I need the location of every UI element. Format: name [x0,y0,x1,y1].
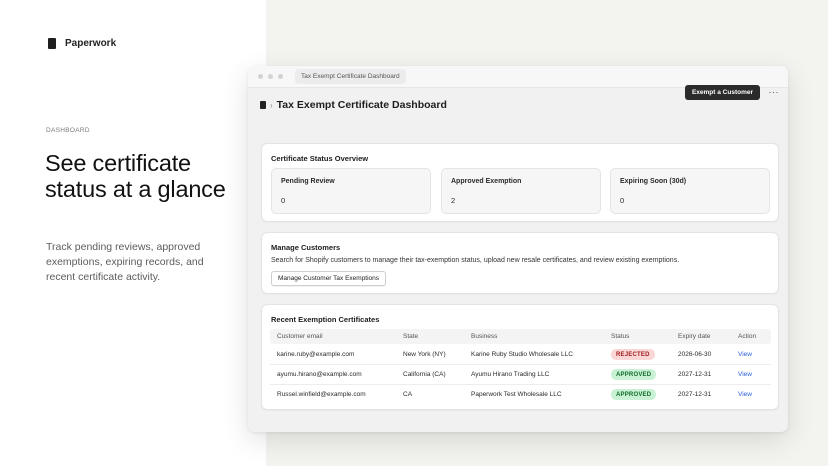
brand-name: Paperwork [65,38,117,49]
cell-business: Ayumu Hirano Trading LLC [471,371,550,378]
stat-label: Pending Review [281,178,335,185]
manage-customers-card: Manage Customers Search for Shopify cust… [261,232,779,294]
cell-expiry: 2027-12-31 [678,371,712,378]
manage-tax-exemptions-button[interactable]: Manage Customer Tax Exemptions [271,271,387,286]
manage-customers-description: Search for Shopify customers to manage t… [271,257,680,264]
status-badge: APPROVED [611,389,657,400]
column-header-business[interactable]: Business [471,333,497,340]
cell-state: New York (NY) [403,351,446,358]
status-badge: APPROVED [611,369,657,380]
cell-state: CA [403,391,413,398]
hero-subtext: Track pending reviews, approved exemptio… [46,241,204,283]
stat-pending-review: Pending Review 0 [271,168,431,214]
recent-certificates-title: Recent Exemption Certificates [271,315,380,324]
window-minimize-dot[interactable] [268,74,273,79]
stat-value: 0 [281,196,286,205]
column-header-action: Action [738,333,757,340]
table-header: Customer email State Business Status Exp… [270,329,771,344]
column-header-email[interactable]: Customer email [277,333,323,340]
status-overview-title: Certificate Status Overview [271,154,369,163]
column-header-status[interactable]: Status [611,333,629,340]
column-header-state[interactable]: State [403,333,418,340]
stat-value: 0 [620,196,625,205]
breadcrumb-chevron-icon: › [270,100,273,110]
hero-headline: See certificate status at a glance [45,150,226,202]
stat-expiring-soon: Expiring Soon (30d) 0 [610,168,770,214]
window-close-dot[interactable] [258,74,263,79]
cell-email: Russel.winfield@example.com [277,391,366,398]
view-link[interactable]: View [738,371,752,378]
view-link[interactable]: View [738,391,752,398]
view-link[interactable]: View [738,351,752,358]
recent-certificates-card: Recent Exemption Certificates Customer e… [261,304,779,410]
cell-state: California (CA) [403,371,446,378]
paperwork-logo-icon [48,38,56,49]
exempt-customer-button[interactable]: Exempt a Customer [684,85,760,100]
stat-approved-exemption: Approved Exemption 2 [441,168,601,214]
stat-value: 2 [451,196,456,205]
browser-tab[interactable]: Tax Exempt Certificate Dashboard [295,69,406,84]
app-window: Tax Exempt Certificate Dashboard › Tax E… [248,66,788,432]
status-overview-card: Certificate Status Overview Pending Revi… [261,143,779,222]
app-logo-icon [260,101,266,109]
hero-eyebrow: DASHBOARD [46,127,90,134]
column-header-expiry[interactable]: Expiry date [678,333,711,340]
cell-email: karine.ruby@example.com [277,351,355,358]
stat-label: Approved Exemption [451,178,522,185]
cell-business: Paperwork Test Wholesale LLC [471,391,562,398]
table-row: karine.ruby@example.com New York (NY) Ka… [270,345,771,365]
cell-business: Karine Ruby Studio Wholesale LLC [471,351,573,358]
table-row: ayumu.hirano@example.com California (CA)… [270,365,771,385]
more-options-icon[interactable]: ··· [769,87,780,97]
window-maximize-dot[interactable] [278,74,283,79]
brand: Paperwork [48,38,116,49]
page-title: Tax Exempt Certificate Dashboard [276,99,447,111]
cell-expiry: 2027-12-31 [678,391,712,398]
status-badge: REJECTED [611,349,655,360]
stat-label: Expiring Soon (30d) [620,178,687,185]
marketing-card [22,18,266,448]
cell-expiry: 2026-06-30 [678,351,712,358]
cell-email: ayumu.hirano@example.com [277,371,362,378]
manage-customers-title: Manage Customers [271,243,341,252]
table-row: Russel.winfield@example.com CA Paperwork… [270,385,771,405]
